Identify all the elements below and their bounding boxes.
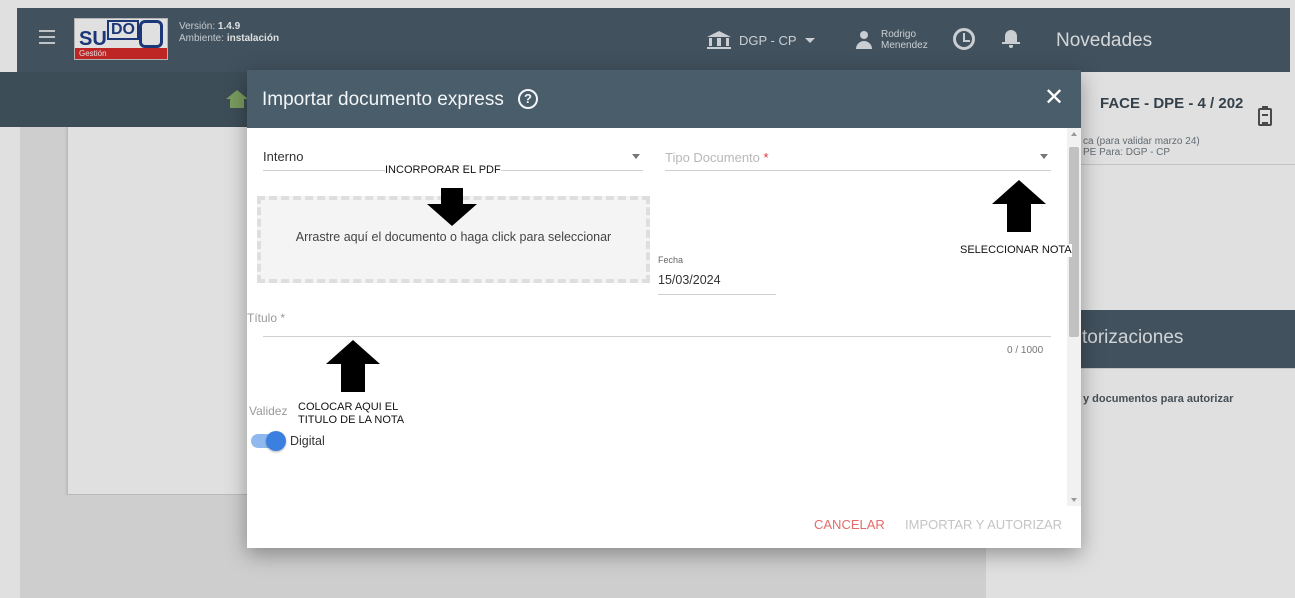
help-icon[interactable]: ? — [518, 89, 538, 109]
scroll-thumb[interactable] — [1069, 147, 1079, 337]
titulo-input[interactable] — [263, 336, 1051, 337]
titulo-char-counter: 0 / 1000 — [1007, 345, 1044, 356]
import-document-dialog: Importar documento express ? ✕ Interno T… — [247, 70, 1081, 548]
annotation-titulo-nota: COLOCAR AQUI EL TITULO DE LA NOTA — [298, 401, 405, 427]
validez-label: Validez — [249, 404, 288, 418]
dialog-body: Interno Tipo Documento * Arrastre aquí e… — [247, 128, 1081, 506]
arrow-down-icon — [427, 188, 477, 226]
fecha-label: Fecha — [658, 255, 684, 265]
tipo-documento-select[interactable]: Tipo Documento * — [665, 145, 1051, 171]
arrow-up-icon — [992, 180, 1046, 232]
required-mark: * — [763, 150, 769, 165]
dialog-actions: CANCELAR IMPORTAR Y AUTORIZAR — [247, 506, 1081, 548]
dialog-header: Importar documento express ? ✕ — [247, 70, 1081, 128]
fecha-field[interactable]: 15/03/2024 — [658, 273, 776, 295]
chevron-down-icon — [1040, 154, 1048, 159]
titulo-label: Título * — [247, 311, 286, 325]
import-authorize-button[interactable]: IMPORTAR Y AUTORIZAR — [905, 517, 1062, 532]
annotation-seleccionar-nota: SELECCIONAR NOTA — [960, 244, 1072, 257]
validez-toggle-label: Digital — [290, 434, 325, 448]
cancel-button[interactable]: CANCELAR — [814, 517, 885, 532]
arrow-up-icon — [326, 340, 380, 392]
scroll-down-icon[interactable] — [1071, 498, 1077, 502]
validez-toggle[interactable] — [251, 431, 286, 451]
toggle-knob — [266, 431, 286, 451]
dropzone-text: Arrastre aquí el documento o haga click … — [295, 230, 612, 244]
close-icon[interactable]: ✕ — [1044, 86, 1064, 110]
dialog-scrollbar[interactable] — [1067, 128, 1081, 506]
page: SU DO Gestión Versión: 1.4.9 Ambiente: i… — [0, 0, 1295, 598]
annotation-titulo-line2: TITULO DE LA NOTA — [298, 414, 405, 426]
tipo-documento-label: Tipo Documento — [665, 150, 760, 165]
chevron-down-icon — [632, 154, 640, 159]
tipo-documento-placeholder: Tipo Documento * — [665, 150, 769, 165]
annotation-titulo-line1: COLOCAR AQUI EL — [298, 401, 399, 413]
dialog-title: Importar documento express — [262, 89, 504, 110]
annotation-incorporar-pdf: INCORPORAR EL PDF — [385, 164, 501, 177]
scroll-up-icon[interactable] — [1071, 132, 1077, 136]
origin-select-value: Interno — [263, 149, 304, 164]
